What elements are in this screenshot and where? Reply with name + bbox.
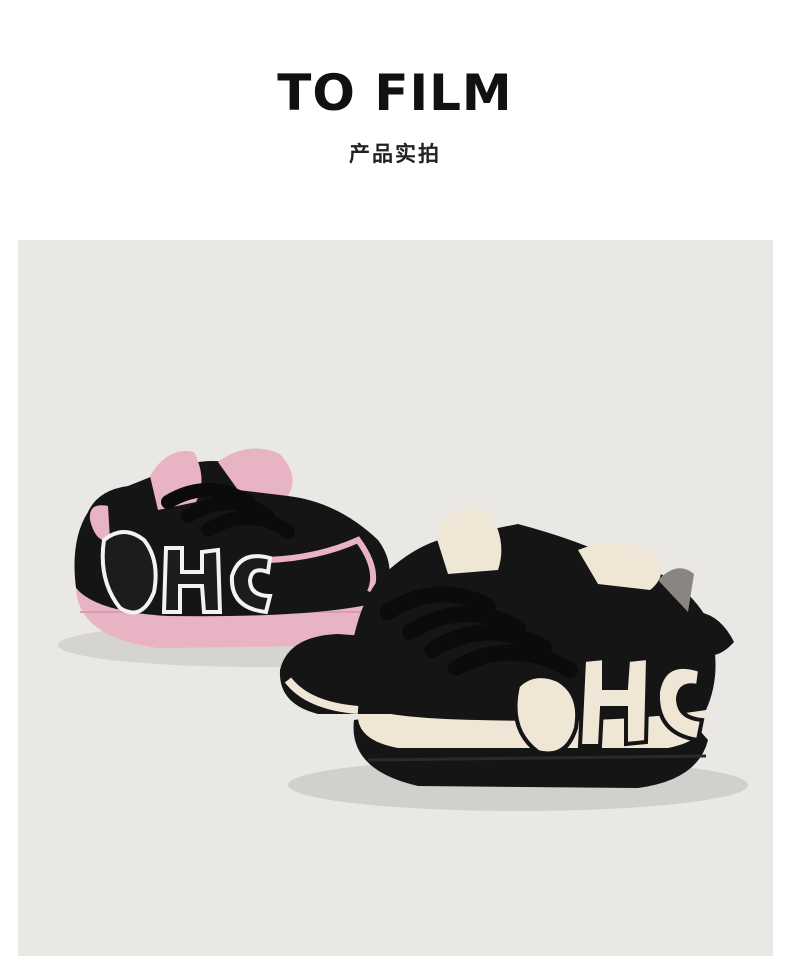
page-title: TO FILM xyxy=(277,64,513,122)
sneakers-illustration xyxy=(58,448,748,811)
page-subtitle: 产品实拍 xyxy=(349,142,441,166)
left-sneaker xyxy=(74,448,390,648)
product-photo xyxy=(18,240,773,956)
